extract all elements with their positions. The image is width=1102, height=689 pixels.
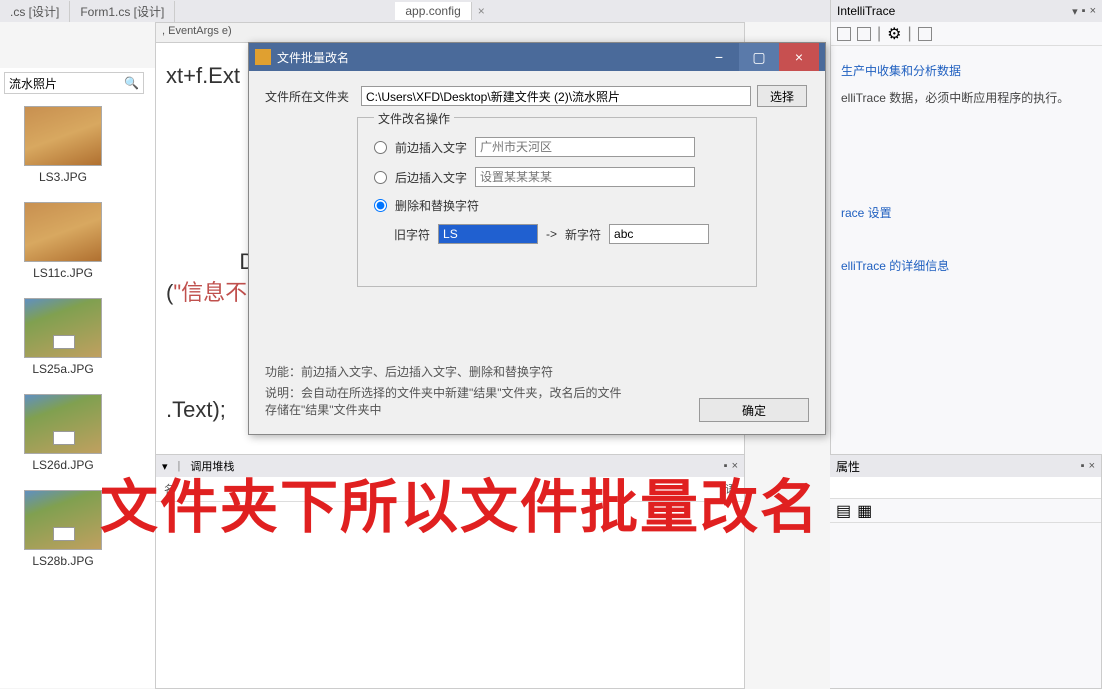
suffix-label: 后边插入文字 bbox=[395, 169, 467, 186]
thumbnail-item[interactable]: LS3.JPG bbox=[18, 106, 108, 184]
gear-icon[interactable]: ⚙ bbox=[887, 24, 901, 44]
thumbnail-item[interactable]: LS25a.JPG bbox=[18, 298, 108, 376]
annotation-overlay: 文件夹下所以文件批量改名 bbox=[100, 460, 820, 544]
intellitrace-link[interactable]: 生产中收集和分析数据 bbox=[841, 62, 1092, 79]
new-char-label: 新字符 bbox=[565, 226, 601, 243]
intellitrace-details-link[interactable]: elliTrace 的详细信息 bbox=[841, 257, 1092, 274]
panel-pin-icon[interactable]: ▪ bbox=[1081, 460, 1085, 472]
prefix-input[interactable] bbox=[475, 137, 695, 157]
panel-header: IntelliTrace ▾ ▪ × bbox=[831, 0, 1102, 22]
thumbnail-item[interactable]: LS26d.JPG bbox=[18, 394, 108, 472]
thumbnail-item[interactable]: LS11c.JPG bbox=[18, 202, 108, 280]
sort-icon[interactable]: ▤ bbox=[836, 501, 851, 521]
note-description: 说明：会自动在所选择的文件夹中新建"结果"文件夹，改名后的文件存储在"结果"文件… bbox=[265, 384, 625, 418]
dialog-titlebar[interactable]: 文件批量改名 − ▢ × bbox=[249, 43, 825, 71]
file-explorer: 流水照片🔍 LS3.JPG LS11c.JPG LS25a.JPG LS26d.… bbox=[0, 68, 155, 688]
folder-label: 文件所在文件夹 bbox=[265, 88, 355, 105]
tab-appconfig[interactable]: app.config bbox=[395, 2, 471, 20]
category-icon[interactable]: ▦ bbox=[857, 501, 872, 521]
new-char-input[interactable] bbox=[609, 224, 709, 244]
folder-path-input[interactable] bbox=[361, 86, 751, 106]
search-input[interactable]: 流水照片🔍 bbox=[4, 72, 144, 94]
search-icon[interactable]: 🔍 bbox=[124, 76, 139, 90]
panel-pin-icon[interactable]: ▪ bbox=[1082, 5, 1086, 18]
close-button[interactable]: × bbox=[779, 43, 819, 71]
panel-close-icon[interactable]: × bbox=[1089, 460, 1095, 472]
panel-toolbar: | ⚙ | bbox=[831, 22, 1102, 46]
panel-dropdown-icon[interactable]: ▾ bbox=[1072, 5, 1078, 18]
properties-title: 属性 bbox=[836, 458, 860, 475]
properties-panel: 属性 ▪ × ▤ ▦ bbox=[830, 454, 1102, 689]
code-breadcrumb: , EventArgs e) bbox=[156, 23, 744, 43]
rename-options-group: 文件改名操作 前边插入文字 后边插入文字 删除和替换字符 旧字符 -> 新字符 bbox=[357, 117, 757, 287]
prefix-radio[interactable] bbox=[374, 141, 387, 154]
browse-button[interactable]: 选择 bbox=[757, 85, 807, 107]
arrow-icon: -> bbox=[546, 227, 557, 241]
group-title: 文件改名操作 bbox=[374, 110, 454, 127]
dialog-icon bbox=[255, 49, 271, 65]
panel-close-icon[interactable]: × bbox=[1090, 5, 1096, 18]
tab-cs[interactable]: .cs [设计] bbox=[0, 1, 70, 22]
confirm-button[interactable]: 确定 bbox=[699, 398, 809, 422]
old-char-input[interactable] bbox=[438, 224, 538, 244]
thumbnail-item[interactable]: LS28b.JPG bbox=[18, 490, 108, 568]
intellitrace-settings-link[interactable]: race 设置 bbox=[841, 204, 1092, 221]
suffix-radio[interactable] bbox=[374, 171, 387, 184]
toolbar-icon[interactable] bbox=[857, 27, 871, 41]
function-description: 功能：前边插入文字、后边插入文字、删除和替换字符 bbox=[265, 363, 809, 380]
rename-dialog: 文件批量改名 − ▢ × 文件所在文件夹 选择 文件改名操作 前边插入文字 后边… bbox=[248, 42, 826, 435]
minimize-button[interactable]: − bbox=[699, 43, 739, 71]
intellitrace-text: elliTrace 数据，必须中断应用程序的执行。 bbox=[841, 89, 1092, 106]
suffix-input[interactable] bbox=[475, 167, 695, 187]
dialog-title: 文件批量改名 bbox=[277, 49, 349, 66]
maximize-button[interactable]: ▢ bbox=[739, 43, 779, 71]
tab-close-icon[interactable]: × bbox=[478, 4, 485, 18]
toolbar-icon[interactable] bbox=[918, 27, 932, 41]
tab-form1[interactable]: Form1.cs [设计] bbox=[70, 1, 175, 22]
prefix-label: 前边插入文字 bbox=[395, 139, 467, 156]
replace-radio[interactable] bbox=[374, 199, 387, 212]
toolbar-icon[interactable] bbox=[837, 27, 851, 41]
replace-label: 删除和替换字符 bbox=[395, 197, 479, 214]
old-char-label: 旧字符 bbox=[394, 226, 430, 243]
